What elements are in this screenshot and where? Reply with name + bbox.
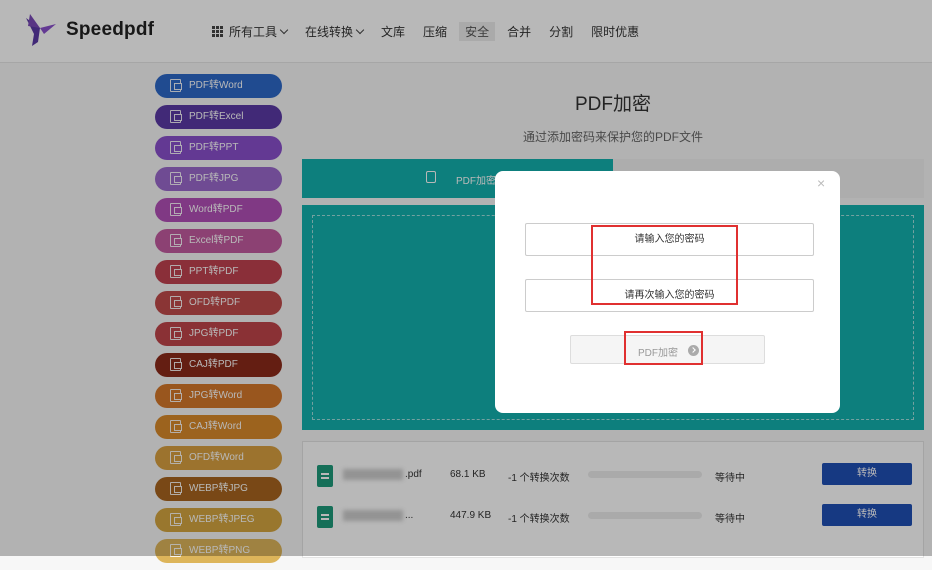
highlight-box xyxy=(591,225,738,305)
password-dialog: × PDF加密 xyxy=(495,171,840,413)
close-icon[interactable]: × xyxy=(817,175,825,191)
highlight-box xyxy=(624,331,703,365)
